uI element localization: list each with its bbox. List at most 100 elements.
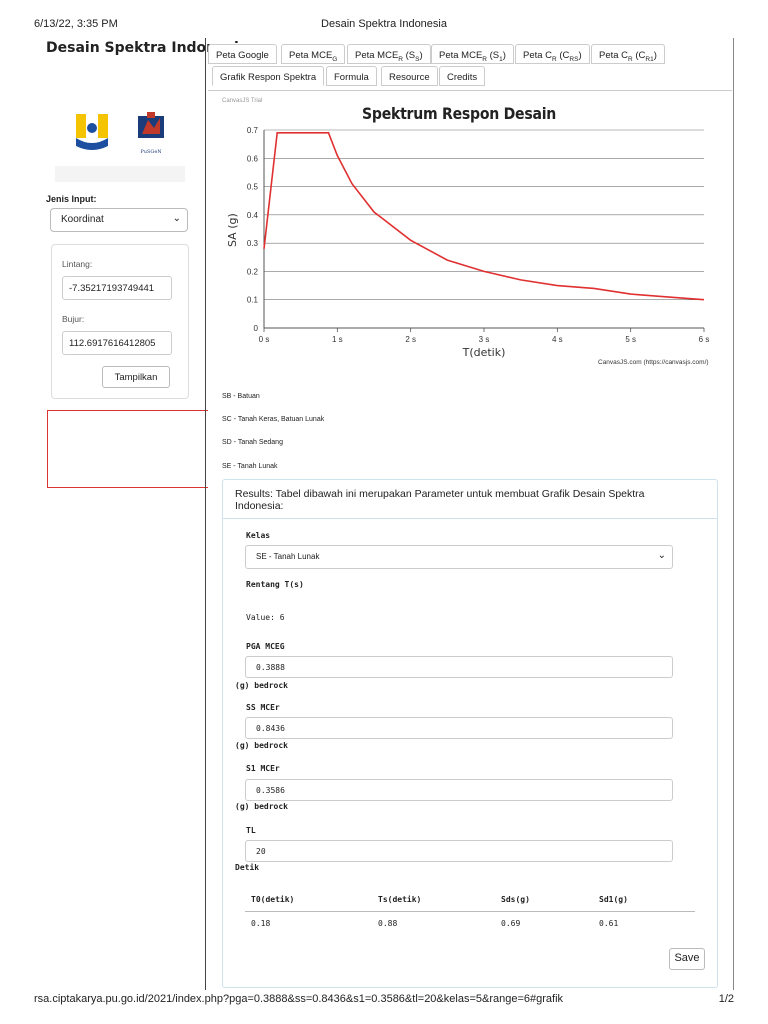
table-cell-t0: 0.18 bbox=[251, 919, 271, 928]
x-tick-label: 6 s bbox=[699, 335, 710, 344]
pga-unit: (g) bedrock bbox=[235, 681, 288, 690]
tab-label: Peta MCE bbox=[355, 50, 399, 61]
chart-grid bbox=[264, 129, 704, 301]
s1-input[interactable]: 0.3586 bbox=[245, 779, 673, 801]
x-tick-label: 1 s bbox=[332, 335, 343, 344]
jenis-input-select[interactable]: Koordinat ⌄ bbox=[50, 208, 188, 232]
s1-unit: (g) bedrock bbox=[235, 802, 288, 811]
y-tick-label: 0.6 bbox=[247, 154, 259, 163]
series-line bbox=[263, 132, 705, 301]
legend-item-sc: SC - Tanah Keras, Batuan Lunak bbox=[222, 416, 325, 423]
tab-label: Peta MCE bbox=[439, 50, 483, 61]
canvasjs-credit: CanvasJS.com (https://canvasjs.com/) bbox=[598, 359, 709, 366]
bujur-label: Bujur: bbox=[62, 314, 85, 324]
table-header-ts: Ts(detik) bbox=[378, 895, 422, 904]
y-tick-label: 0.4 bbox=[247, 211, 259, 220]
chevron-down-icon: ⌄ bbox=[657, 550, 666, 561]
tampilkan-button[interactable]: Tampilkan bbox=[102, 366, 170, 388]
x-tick-label: 4 s bbox=[552, 335, 563, 344]
print-url: rsa.ciptakarya.pu.go.id/2021/index.php?p… bbox=[34, 993, 564, 1005]
jenis-input-value: Koordinat bbox=[61, 214, 104, 225]
tl-label: TL bbox=[246, 826, 256, 835]
y-tick-label: 0.7 bbox=[247, 126, 259, 135]
pusgen-logo-text: PuSGeN bbox=[140, 149, 162, 155]
tab-suffix: (S bbox=[487, 50, 500, 61]
tab-label: Peta C bbox=[599, 50, 629, 61]
tab-end: ) bbox=[653, 50, 657, 61]
pusgen-logo-icon bbox=[138, 112, 164, 138]
tab-formula[interactable]: Formula bbox=[326, 66, 377, 86]
results-panel: Results: Tabel dibawah ini merupakan Par… bbox=[222, 479, 718, 988]
kelas-label: Kelas bbox=[246, 531, 271, 540]
tl-unit: Detik bbox=[235, 863, 260, 872]
pusgen-logo: PuSGeN bbox=[134, 110, 168, 156]
tab-suffix: (S bbox=[403, 50, 416, 61]
tab-label: Peta C bbox=[523, 50, 553, 61]
tl-input[interactable]: 20 bbox=[245, 840, 673, 862]
canvasjs-trial-label: CanvasJS Trial bbox=[222, 98, 263, 104]
s1-label: S1 MCEr bbox=[246, 764, 280, 773]
y-tick-label: 0.3 bbox=[247, 239, 259, 248]
tab-end: ) bbox=[419, 50, 423, 61]
tab-label: Peta Google bbox=[216, 50, 269, 61]
legend-item-sd: SD - Tanah Sedang bbox=[222, 439, 283, 446]
y-axis-label: SA (g) bbox=[226, 213, 239, 247]
highlight-box bbox=[47, 410, 208, 488]
tab-credits[interactable]: Credits bbox=[439, 66, 486, 86]
tab-label: Credits bbox=[447, 72, 478, 83]
y-tick-label: 0 bbox=[254, 324, 259, 333]
table-divider bbox=[245, 911, 695, 912]
tab-peta-cr-crs[interactable]: Peta CR (CRS) bbox=[515, 44, 590, 64]
save-button[interactable]: Save bbox=[669, 948, 705, 970]
jenis-input-label: Jenis Input: bbox=[46, 194, 97, 204]
x-axis-label: T(detik) bbox=[462, 346, 506, 359]
y-tick-label: 0.5 bbox=[247, 183, 259, 192]
tab-peta-mcer-s1[interactable]: Peta MCER (S1) bbox=[431, 44, 514, 64]
x-tick-label: 0 s bbox=[259, 335, 270, 344]
table-header-t0: T0(detik) bbox=[251, 895, 295, 904]
print-header: 6/13/22, 3:35 PM Desain Spektra Indonesi… bbox=[0, 18, 768, 34]
table-cell-sd1: 0.61 bbox=[599, 919, 619, 928]
table-cell-sds: 0.69 bbox=[501, 919, 521, 928]
x-tick-label: 3 s bbox=[479, 335, 490, 344]
tab-peta-mcer-ss[interactable]: Peta MCER (SS) bbox=[347, 44, 431, 64]
y-tick-labels: 0 0.1 0.2 0.3 0.4 0.5 0.6 0.7 bbox=[247, 126, 259, 333]
kelas-select[interactable]: SE - Tanah Lunak ⌄ bbox=[245, 545, 673, 569]
tab-sub2: R1 bbox=[645, 55, 654, 63]
ss-input[interactable]: 0.8436 bbox=[245, 717, 673, 739]
tab-peta-mceg[interactable]: Peta MCEG bbox=[281, 44, 346, 64]
tab-end: ) bbox=[502, 50, 506, 61]
lintang-input[interactable]: -7.35217193749441 bbox=[62, 276, 172, 300]
ss-label: SS MCEr bbox=[246, 703, 280, 712]
legend-item-sb: SB - Batuan bbox=[222, 393, 260, 400]
tab-grafik-respon-spektra[interactable]: Grafik Respon Spektra bbox=[212, 66, 325, 86]
tab-label: Peta MCE bbox=[289, 50, 333, 61]
tab-suffix: (C bbox=[632, 50, 646, 61]
pu-logo-icon bbox=[76, 114, 108, 150]
pga-label: PGA MCEG bbox=[246, 642, 285, 651]
table-cell-ts: 0.88 bbox=[378, 919, 398, 928]
kelas-value: SE - Tanah Lunak bbox=[256, 552, 320, 561]
y-tick-label: 0.2 bbox=[247, 267, 259, 276]
tab-peta-google[interactable]: Peta Google bbox=[208, 44, 277, 64]
tab-bar: Peta Google Peta MCEG Peta MCER (SS) Pet… bbox=[208, 40, 732, 91]
response-spectrum-chart: 0 0.1 0.2 0.3 0.4 0.5 0.6 0.7 0 s 1 s 2 s 3 s 4 s 5 … bbox=[226, 126, 710, 359]
x-tick-labels: 0 s 1 s 2 s 3 s 4 s 5 s 6 s bbox=[259, 328, 710, 344]
results-header: Results: Tabel dibawah ini merupakan Par… bbox=[223, 480, 717, 519]
coordinate-panel: Lintang: -7.35217193749441 Bujur: 112.69… bbox=[51, 244, 189, 399]
tab-peta-cr-cr1[interactable]: Peta CR (CR1) bbox=[591, 44, 665, 64]
bujur-input[interactable]: 112.6917616412805 bbox=[62, 331, 172, 355]
rentang-value: Value: 6 bbox=[246, 613, 285, 622]
main-left-border bbox=[205, 38, 206, 990]
main-right-border bbox=[733, 38, 734, 990]
tab-resource[interactable]: Resource bbox=[381, 66, 438, 86]
tab-end: ) bbox=[578, 50, 582, 61]
table-header-sds: Sds(g) bbox=[501, 895, 530, 904]
y-tick-label: 0.1 bbox=[247, 296, 259, 305]
ss-unit: (g) bedrock bbox=[235, 741, 288, 750]
pga-input[interactable]: 0.3888 bbox=[245, 656, 673, 678]
tab-label: Grafik Respon Spektra bbox=[220, 72, 317, 83]
legend-item-se: SE - Tanah Lunak bbox=[222, 463, 278, 470]
rentang-label: Rentang T(s) bbox=[246, 580, 304, 589]
logo-caption-band bbox=[55, 166, 185, 182]
